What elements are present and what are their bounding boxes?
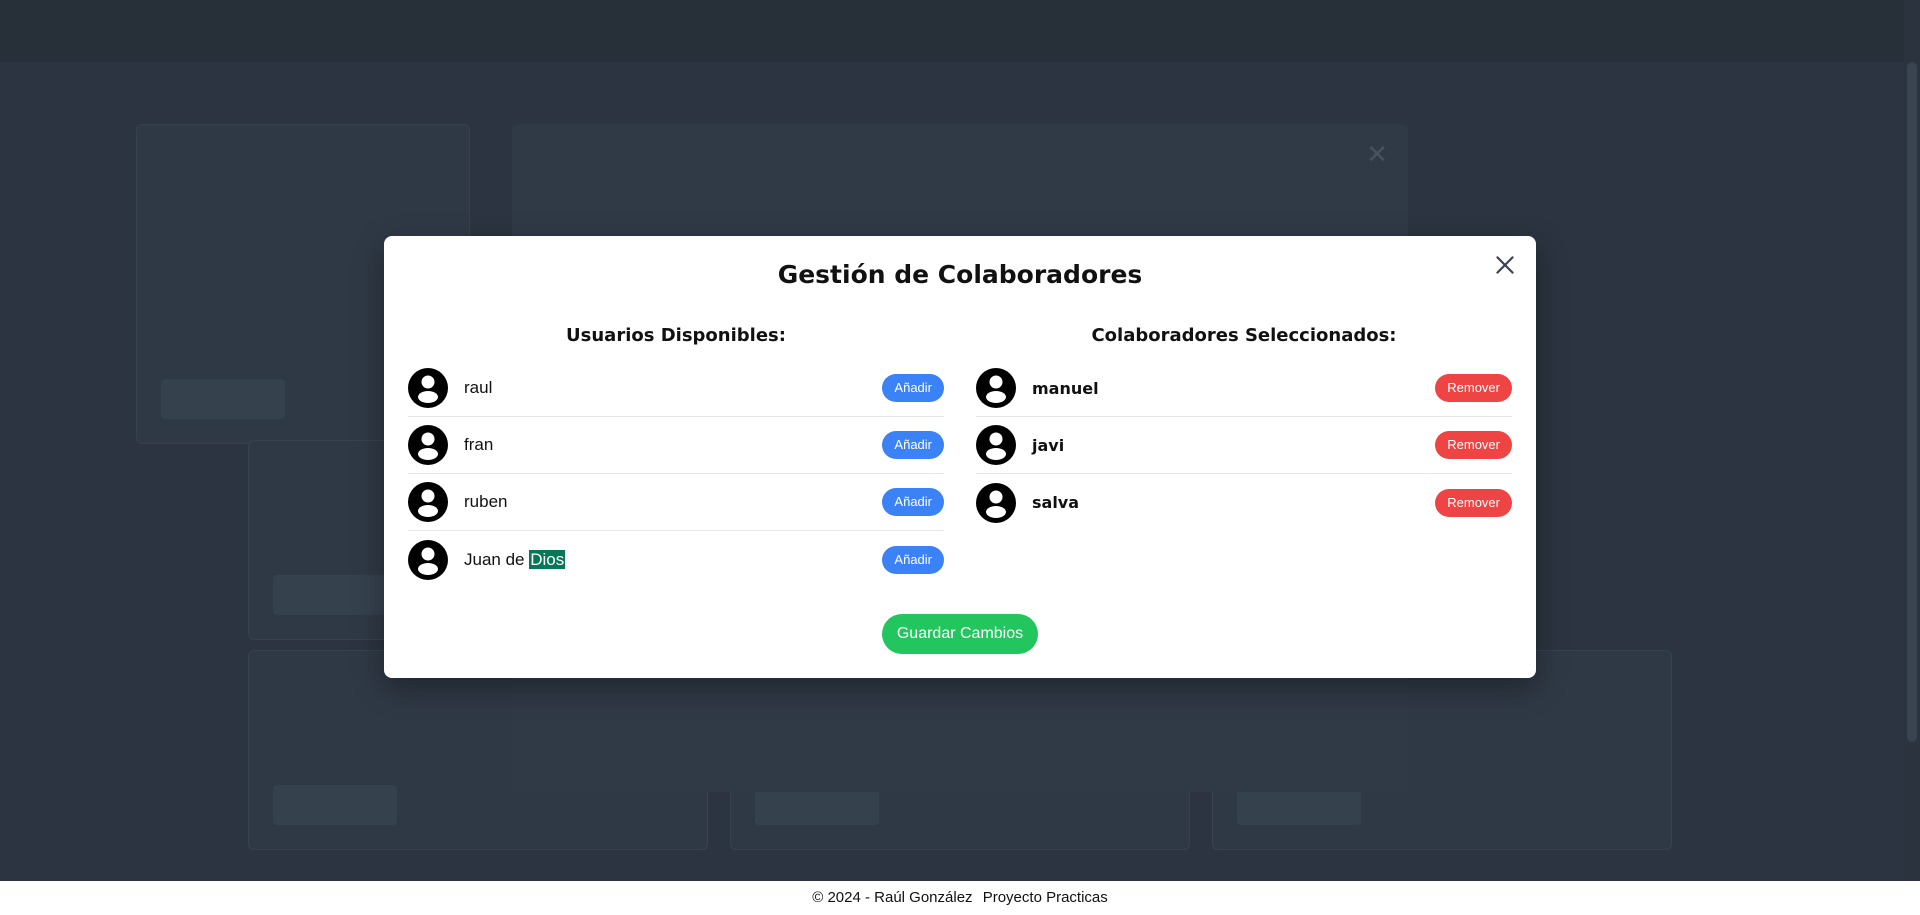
remove-user-button[interactable]: Remover bbox=[1435, 374, 1512, 402]
list-item: fran Añadir bbox=[408, 417, 944, 474]
list-item: Juan de Dios Añadir bbox=[408, 531, 944, 588]
user-circle-icon bbox=[408, 539, 448, 580]
close-icon[interactable] bbox=[1492, 252, 1518, 278]
footer-project-name: Proyecto Practicas bbox=[982, 889, 1108, 906]
user-circle-icon bbox=[408, 482, 448, 522]
selected-collaborators-column: Colaboradores Seleccionados: manuel Remo… bbox=[976, 324, 1512, 531]
user-circle-icon bbox=[976, 368, 1016, 408]
collaborator-name: javi bbox=[1032, 435, 1065, 455]
user-name-prefix: Juan de bbox=[464, 549, 530, 569]
modal-title: Gestión de Colaboradores bbox=[777, 260, 1143, 289]
available-users-title: Usuarios Disponibles: bbox=[566, 325, 786, 346]
user-name: Juan de Dios bbox=[464, 549, 566, 570]
selected-collaborators-title: Colaboradores Seleccionados: bbox=[1091, 325, 1397, 346]
user-circle-icon bbox=[408, 425, 448, 465]
add-user-button[interactable]: Añadir bbox=[882, 545, 944, 574]
available-users-column: Usuarios Disponibles: raul Añadir fran A… bbox=[408, 324, 944, 588]
remove-user-button[interactable]: Remover bbox=[1435, 431, 1512, 459]
save-changes-button[interactable]: Guardar Cambios bbox=[882, 614, 1038, 654]
add-user-button[interactable]: Añadir bbox=[882, 488, 944, 516]
list-item: salva Remover bbox=[976, 474, 1512, 531]
user-circle-icon bbox=[408, 368, 448, 408]
user-name: fran bbox=[464, 435, 494, 454]
user-name: raul bbox=[464, 378, 493, 397]
footer: © 2024 - Raúl González Proyecto Practica… bbox=[0, 881, 1920, 915]
list-item: ruben Añadir bbox=[408, 474, 944, 531]
background-scrollbar[interactable] bbox=[1904, 0, 1920, 881]
collaborator-name: salva bbox=[1032, 493, 1080, 512]
remove-user-button[interactable]: Remover bbox=[1435, 488, 1512, 517]
list-item: raul Añadir bbox=[408, 360, 944, 417]
list-item: javi Remover bbox=[976, 417, 1512, 474]
add-user-button[interactable]: Añadir bbox=[882, 374, 944, 402]
collaborators-modal: Gestión de Colaboradores Usuarios Dispon… bbox=[384, 236, 1536, 678]
footer-copyright: © 2024 - Raúl González bbox=[812, 889, 973, 906]
list-item: manuel Remover bbox=[976, 360, 1512, 417]
user-circle-icon bbox=[976, 482, 1016, 523]
user-circle-icon bbox=[976, 425, 1016, 465]
edit-modal-close-icon: ✕ bbox=[1366, 140, 1388, 170]
add-user-button[interactable]: Añadir bbox=[882, 431, 944, 459]
background-navbar bbox=[0, 0, 1920, 62]
collaborator-name: manuel bbox=[1032, 378, 1099, 398]
search-highlight: Dios bbox=[529, 549, 566, 569]
user-name: ruben bbox=[464, 492, 508, 511]
